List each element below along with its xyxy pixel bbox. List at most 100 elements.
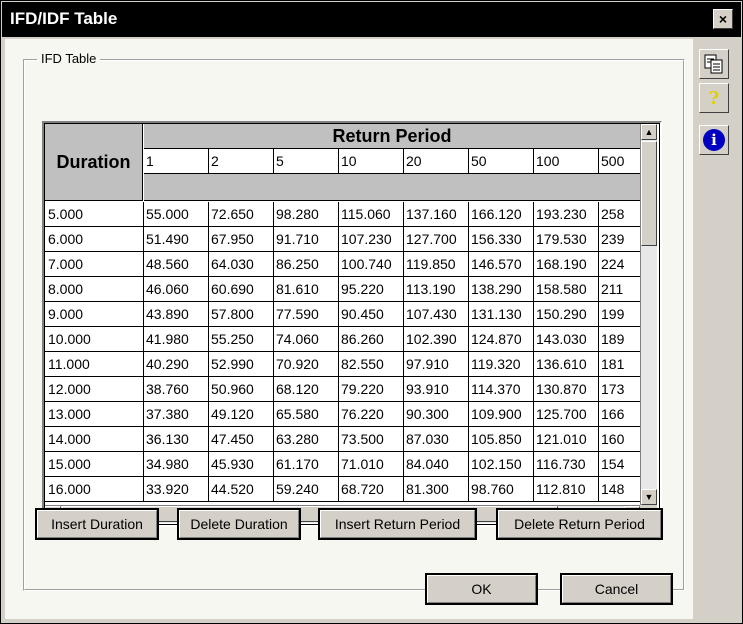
duration-column-header[interactable]: Duration [45, 124, 143, 201]
intensity-cell[interactable]: 98.760 [469, 477, 534, 501]
intensity-cell[interactable]: 44.520 [209, 477, 274, 501]
intensity-cell[interactable]: 102.390 [404, 327, 469, 351]
intensity-cell[interactable]: 124.870 [469, 327, 534, 351]
intensity-cell[interactable]: 127.700 [404, 227, 469, 251]
intensity-cell[interactable]: 116.730 [534, 452, 599, 476]
duration-cell[interactable]: 12.000 [45, 377, 144, 401]
intensity-cell[interactable]: 72.650 [209, 202, 274, 226]
intensity-cell[interactable]: 73.500 [339, 427, 404, 451]
intensity-cell[interactable]: 150.290 [534, 302, 599, 326]
intensity-cell[interactable]: 71.010 [339, 452, 404, 476]
intensity-cell[interactable]: 86.250 [274, 252, 339, 276]
help-button[interactable]: ? [699, 83, 729, 113]
intensity-cell[interactable]: 143.030 [534, 327, 599, 351]
intensity-cell[interactable]: 107.430 [404, 302, 469, 326]
duration-cell[interactable]: 10.000 [45, 327, 144, 351]
intensity-cell[interactable]: 45.930 [209, 452, 274, 476]
intensity-cell[interactable]: 100.740 [339, 252, 404, 276]
intensity-cell[interactable]: 179.530 [534, 227, 599, 251]
info-button[interactable]: i [699, 125, 729, 155]
intensity-cell[interactable]: 158.580 [534, 277, 599, 301]
intensity-cell[interactable]: 37.380 [144, 402, 209, 426]
intensity-cell[interactable]: 95.220 [339, 277, 404, 301]
duration-cell[interactable]: 7.000 [45, 252, 144, 276]
intensity-cell[interactable]: 86.260 [339, 327, 404, 351]
duration-cell[interactable]: 9.000 [45, 302, 144, 326]
intensity-cell[interactable]: 76.220 [339, 402, 404, 426]
intensity-cell[interactable]: 81.610 [274, 277, 339, 301]
cancel-button[interactable]: Cancel [560, 573, 673, 605]
intensity-cell[interactable]: 68.120 [274, 377, 339, 401]
duration-cell[interactable]: 15.000 [45, 452, 144, 476]
vertical-scroll-thumb[interactable] [641, 141, 657, 246]
title-bar[interactable]: IFD/IDF Table × [2, 2, 741, 37]
intensity-cell[interactable]: 102.150 [469, 452, 534, 476]
return-period-cell[interactable]: 1 [144, 149, 209, 173]
intensity-cell[interactable]: 81.300 [404, 477, 469, 501]
intensity-cell[interactable]: 52.990 [209, 352, 274, 376]
intensity-cell[interactable]: 55.250 [209, 327, 274, 351]
intensity-cell[interactable]: 130.870 [534, 377, 599, 401]
scroll-up-icon[interactable]: ▲ [641, 124, 657, 140]
intensity-cell[interactable]: 79.220 [339, 377, 404, 401]
insert-return-period-button[interactable]: Insert Return Period [318, 508, 477, 540]
intensity-cell[interactable]: 61.170 [274, 452, 339, 476]
delete-return-period-button[interactable]: Delete Return Period [496, 508, 663, 540]
duration-cell[interactable]: 5.000 [45, 202, 144, 226]
intensity-cell[interactable]: 107.230 [339, 227, 404, 251]
intensity-cell[interactable]: 156.330 [469, 227, 534, 251]
ok-button[interactable]: OK [425, 573, 538, 605]
intensity-cell[interactable]: 97.910 [404, 352, 469, 376]
intensity-cell[interactable]: 55.000 [144, 202, 209, 226]
intensity-cell[interactable]: 34.980 [144, 452, 209, 476]
intensity-cell[interactable]: 33.920 [144, 477, 209, 501]
intensity-cell[interactable]: 87.030 [404, 427, 469, 451]
duration-cell[interactable]: 11.000 [45, 352, 144, 376]
intensity-cell[interactable]: 49.120 [209, 402, 274, 426]
duration-cell[interactable]: 14.000 [45, 427, 144, 451]
delete-duration-button[interactable]: Delete Duration [177, 508, 301, 540]
return-period-cell[interactable]: 5 [274, 149, 339, 173]
intensity-cell[interactable]: 91.710 [274, 227, 339, 251]
intensity-cell[interactable]: 168.190 [534, 252, 599, 276]
intensity-cell[interactable]: 119.850 [404, 252, 469, 276]
intensity-cell[interactable]: 46.060 [144, 277, 209, 301]
intensity-cell[interactable]: 41.980 [144, 327, 209, 351]
intensity-cell[interactable]: 36.130 [144, 427, 209, 451]
return-period-cell[interactable]: 50 [469, 149, 534, 173]
insert-duration-button[interactable]: Insert Duration [35, 508, 159, 540]
intensity-cell[interactable]: 48.560 [144, 252, 209, 276]
intensity-cell[interactable]: 64.030 [209, 252, 274, 276]
intensity-cell[interactable]: 82.550 [339, 352, 404, 376]
intensity-cell[interactable]: 98.280 [274, 202, 339, 226]
intensity-cell[interactable]: 131.130 [469, 302, 534, 326]
intensity-cell[interactable]: 90.300 [404, 402, 469, 426]
intensity-cell[interactable]: 57.800 [209, 302, 274, 326]
intensity-cell[interactable]: 137.160 [404, 202, 469, 226]
intensity-cell[interactable]: 43.890 [144, 302, 209, 326]
intensity-cell[interactable]: 138.290 [469, 277, 534, 301]
intensity-cell[interactable]: 136.610 [534, 352, 599, 376]
intensity-cell[interactable]: 113.190 [404, 277, 469, 301]
intensity-cell[interactable]: 112.810 [534, 477, 599, 501]
intensity-cell[interactable]: 47.450 [209, 427, 274, 451]
intensity-cell[interactable]: 146.570 [469, 252, 534, 276]
vertical-scrollbar[interactable]: ▲ ▼ [640, 124, 657, 505]
intensity-cell[interactable]: 77.590 [274, 302, 339, 326]
intensity-cell[interactable]: 74.060 [274, 327, 339, 351]
intensity-cell[interactable]: 109.900 [469, 402, 534, 426]
intensity-cell[interactable]: 105.850 [469, 427, 534, 451]
intensity-cell[interactable]: 90.450 [339, 302, 404, 326]
intensity-cell[interactable]: 121.010 [534, 427, 599, 451]
return-period-cell[interactable]: 20 [404, 149, 469, 173]
intensity-cell[interactable]: 70.920 [274, 352, 339, 376]
return-period-cell[interactable]: 2 [209, 149, 274, 173]
return-period-cell[interactable]: 10 [339, 149, 404, 173]
scroll-down-icon[interactable]: ▼ [641, 489, 657, 505]
intensity-cell[interactable]: 40.290 [144, 352, 209, 376]
close-button[interactable]: × [713, 9, 733, 29]
intensity-cell[interactable]: 84.040 [404, 452, 469, 476]
duration-cell[interactable]: 8.000 [45, 277, 144, 301]
intensity-cell[interactable]: 114.370 [469, 377, 534, 401]
intensity-cell[interactable]: 65.580 [274, 402, 339, 426]
